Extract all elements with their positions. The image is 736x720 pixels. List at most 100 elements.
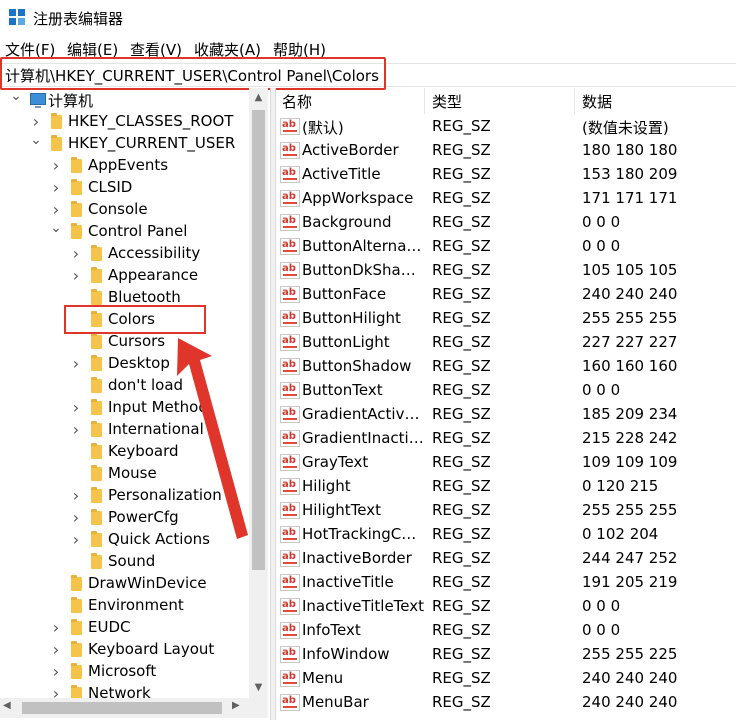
tree-vertical-scrollbar[interactable]: ▲ ▼	[249, 88, 268, 698]
chevron-down-icon[interactable]: ⌄	[10, 88, 22, 104]
value-type: REG_SZ	[432, 261, 491, 279]
chevron-right-icon[interactable]: ›	[70, 488, 82, 504]
column-divider[interactable]	[574, 88, 575, 114]
chevron-right-icon[interactable]: ›	[50, 642, 62, 658]
tree-item[interactable]: Cursors	[0, 331, 250, 353]
tree-item[interactable]: ⌄ Control Panel	[0, 220, 250, 243]
chevron-right-icon[interactable]: ›	[50, 620, 62, 636]
string-value-icon: ab	[280, 454, 300, 471]
chevron-right-icon[interactable]: ›	[70, 532, 82, 548]
tree-item[interactable]: › Quick Actions	[0, 529, 250, 551]
value-data: 109 109 109	[582, 453, 678, 471]
tree-item-label: CLSID	[88, 178, 133, 196]
table-row[interactable]: ab HilightText REG_SZ 255 255 255	[277, 499, 736, 523]
tree-item[interactable]: › EUDC	[0, 617, 250, 639]
tree-item[interactable]: › CLSID	[0, 177, 250, 199]
table-row[interactable]: abButtonAlternateFace REG_SZ 0 0 0	[277, 235, 736, 259]
chevron-right-icon[interactable]: ›	[50, 202, 62, 218]
chevron-right-icon[interactable]: ›	[70, 510, 82, 526]
table-row[interactable]: ab ButtonShadow REG_SZ 160 160 160	[277, 355, 736, 379]
column-header-name[interactable]: 名称	[282, 88, 312, 114]
tree-item[interactable]: › Microsoft	[0, 661, 250, 683]
column-header-type[interactable]: 类型	[432, 88, 462, 114]
column-header-data[interactable]: 数据	[582, 88, 612, 114]
string-value-icon: ab	[280, 550, 300, 567]
value-data: 255 255 255	[582, 309, 678, 327]
tree-scroll-thumb[interactable]	[252, 110, 265, 570]
table-row[interactable]: ab MenuBar REG_SZ 240 240 240	[277, 691, 736, 715]
tree-item[interactable]: ⌄ 计算机	[0, 88, 250, 111]
tree-item[interactable]: Sound	[0, 551, 250, 573]
table-row[interactable]: ab Background REG_SZ 0 0 0	[277, 211, 736, 235]
pane-splitter[interactable]	[270, 88, 276, 720]
table-row[interactable]: ab InactiveTitle REG_SZ 191 205 219	[277, 571, 736, 595]
table-row[interactable]: ab Hilight REG_SZ 0 120 215	[277, 475, 736, 499]
table-row[interactable]: ab GrayText REG_SZ 109 109 109	[277, 451, 736, 475]
table-row[interactable]: ab AppWorkspace REG_SZ 171 171 171	[277, 187, 736, 211]
tree-hscroll-thumb[interactable]	[22, 702, 222, 714]
tree-item[interactable]: Environment	[0, 595, 250, 617]
table-row[interactable]: ab ActiveBorder REG_SZ 180 180 180	[277, 139, 736, 163]
chevron-right-icon[interactable]: ›	[50, 158, 62, 174]
chevron-right-icon[interactable]: ›	[70, 422, 82, 438]
chevron-down-icon[interactable]: ⌄	[50, 220, 62, 236]
table-row[interactable]: ab ButtonHilight REG_SZ 255 255 255	[277, 307, 736, 331]
tree-item[interactable]: › Accessibility	[0, 243, 250, 265]
chevron-right-icon[interactable]: ›	[50, 180, 62, 196]
chevron-right-icon[interactable]: ›	[70, 400, 82, 416]
value-type: REG_SZ	[432, 501, 491, 519]
tree-item[interactable]: don't load	[0, 375, 250, 397]
tree-item-label: Appearance	[108, 266, 199, 284]
chevron-right-icon[interactable]: ›	[70, 246, 82, 262]
tree-item[interactable]: › Console	[0, 199, 250, 221]
value-data: 0 120 215	[582, 477, 659, 495]
scroll-up-icon[interactable]: ▲	[249, 88, 268, 108]
scroll-left-icon[interactable]: ◀	[3, 700, 11, 711]
table-row[interactable]: ab ActiveTitle REG_SZ 153 180 209	[277, 163, 736, 187]
table-row[interactable]: abGradientInactiveTitle REG_SZ 215 228 242	[277, 427, 736, 451]
table-row[interactable]: ab InactiveBorder REG_SZ 244 247 252	[277, 547, 736, 571]
string-value-icon: ab	[280, 670, 300, 687]
tree-item[interactable]: Mouse	[0, 463, 250, 485]
chevron-right-icon[interactable]: ›	[70, 268, 82, 284]
tree-item[interactable]: › Personalization	[0, 485, 250, 507]
tree-item[interactable]: › Keyboard Layout	[0, 639, 250, 661]
tree-item[interactable]: › International	[0, 419, 250, 441]
value-name: ButtonAlternateFace	[302, 237, 425, 255]
column-divider[interactable]	[424, 88, 425, 114]
tree-item[interactable]: › Appearance	[0, 265, 250, 287]
table-row[interactable]: ab InfoText REG_SZ 0 0 0	[277, 619, 736, 643]
chevron-right-icon[interactable]: ›	[50, 664, 62, 680]
tree-item[interactable]: › Input Method	[0, 397, 250, 419]
value-type: REG_SZ	[432, 141, 491, 159]
table-row[interactable]: ab (默认) REG_SZ (数值未设置)	[277, 115, 736, 139]
table-row[interactable]: ab ButtonDkShadow REG_SZ 105 105 105	[277, 259, 736, 283]
table-row[interactable]: ab ButtonLight REG_SZ 227 227 227	[277, 331, 736, 355]
tree-item[interactable]: DrawWinDevice	[0, 573, 250, 595]
tree-item[interactable]: › Desktop	[0, 353, 250, 375]
chevron-right-icon[interactable]: ›	[70, 356, 82, 372]
tree-item[interactable]: ⌄ HKEY_CURRENT_USER	[0, 132, 250, 155]
table-row[interactable]: ab ButtonText REG_SZ 0 0 0	[277, 379, 736, 403]
tree-horizontal-scrollbar[interactable]: ◀ ▶	[0, 698, 268, 718]
value-type: REG_SZ	[432, 381, 491, 399]
tree-item[interactable]: › HKEY_CLASSES_ROOT	[0, 111, 250, 133]
chevron-down-icon[interactable]: ⌄	[30, 132, 42, 148]
value-data: 227 227 227	[582, 333, 678, 351]
chevron-right-icon[interactable]: ›	[30, 114, 42, 130]
tree-item[interactable]: › AppEvents	[0, 155, 250, 177]
tree-item[interactable]: Keyboard	[0, 441, 250, 463]
table-row[interactable]: ab ButtonFace REG_SZ 240 240 240	[277, 283, 736, 307]
scroll-down-icon[interactable]: ▼	[249, 678, 268, 698]
scroll-right-icon[interactable]: ▶	[232, 700, 240, 711]
table-row[interactable]: ab Menu REG_SZ 240 240 240	[277, 667, 736, 691]
table-row[interactable]: ab HotTrackingColor REG_SZ 0 102 204	[277, 523, 736, 547]
value-type: REG_SZ	[432, 429, 491, 447]
tree-item[interactable]: › PowerCfg	[0, 507, 250, 529]
value-name: InactiveTitle	[302, 573, 394, 591]
value-type: REG_SZ	[432, 405, 491, 423]
table-row[interactable]: abGradientActiveTitle REG_SZ 185 209 234	[277, 403, 736, 427]
table-row[interactable]: ab InfoWindow REG_SZ 255 255 225	[277, 643, 736, 667]
table-row[interactable]: ab InactiveTitleText REG_SZ 0 0 0	[277, 595, 736, 619]
string-value-icon: ab	[280, 646, 300, 663]
